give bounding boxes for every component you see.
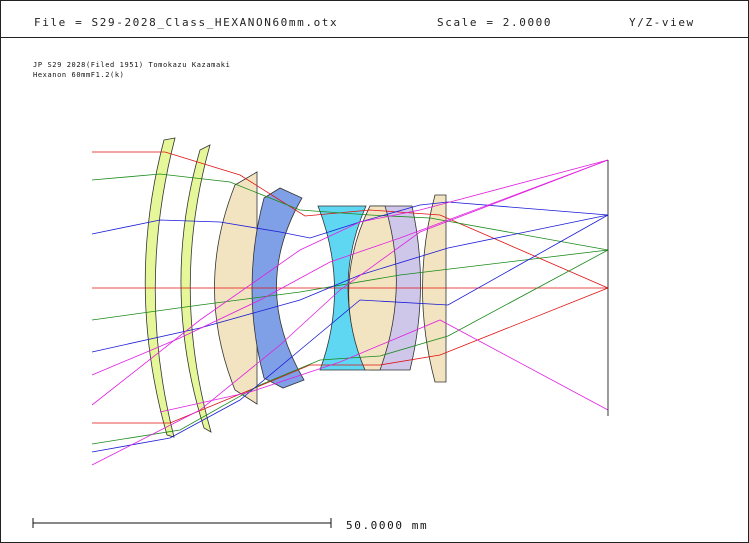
scale-bar-label: 50.0000 mm bbox=[346, 519, 429, 532]
lens-element-1 bbox=[144, 137, 176, 438]
scale-bar bbox=[32, 518, 332, 528]
lens-elements bbox=[144, 137, 447, 438]
lens-layout-diagram bbox=[32, 137, 609, 528]
lens-element-2 bbox=[180, 144, 212, 433]
